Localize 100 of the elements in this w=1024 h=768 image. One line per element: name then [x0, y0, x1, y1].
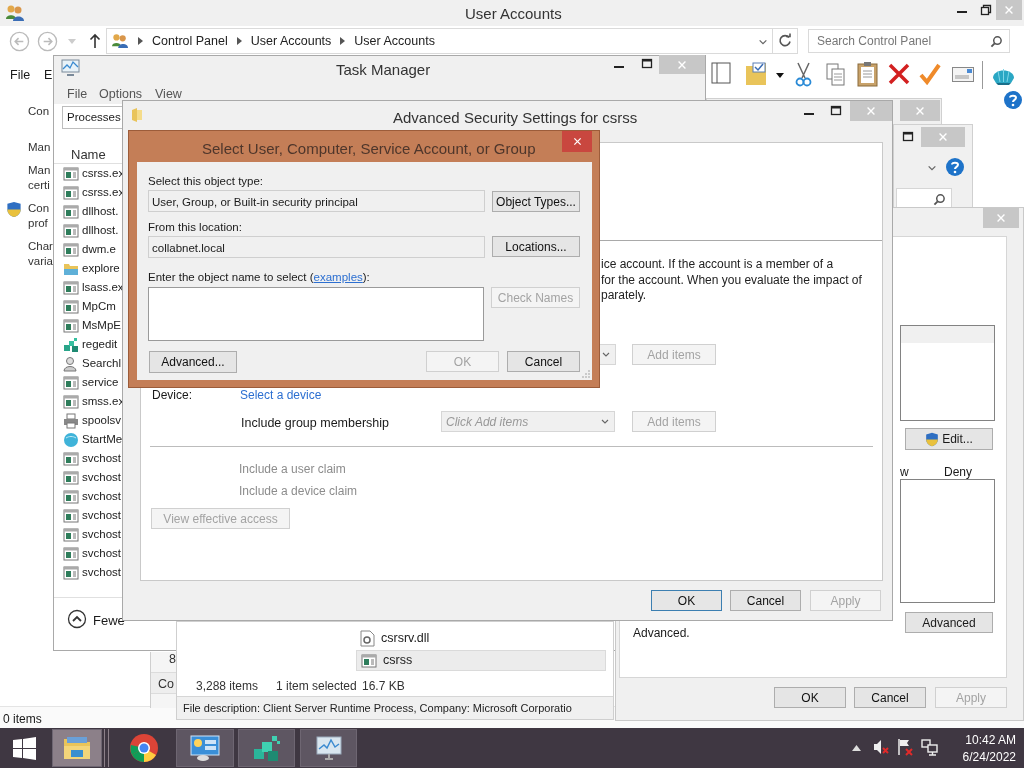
sidebar-link[interactable]: Con prof	[28, 201, 50, 231]
help-icon[interactable]	[1003, 90, 1023, 110]
process-name[interactable]: lsass.ex	[82, 279, 124, 297]
refresh-icon[interactable]	[778, 33, 792, 48]
process-name[interactable]: dwm.e	[82, 241, 116, 259]
cancel-button[interactable]: Cancel	[507, 351, 580, 372]
window-title: Task Manager	[336, 60, 431, 80]
process-name[interactable]: smss.ex	[82, 393, 125, 411]
process-name[interactable]: svchost	[82, 488, 121, 506]
clock-date[interactable]: 6/24/2022	[962, 749, 1016, 766]
up-arrow-icon[interactable]	[89, 33, 101, 49]
sidebar-link[interactable]: Man certi	[28, 163, 51, 193]
address-bar[interactable]: Control Panel User Accounts User Accounts	[106, 28, 798, 54]
menu-item[interactable]: E	[44, 66, 53, 85]
process-name[interactable]: svchost	[82, 469, 121, 487]
folder-check-icon[interactable]	[745, 60, 767, 86]
process-name[interactable]: csrss.ex	[82, 165, 125, 183]
window-icon	[63, 489, 79, 505]
resize-grip-icon[interactable]	[582, 370, 590, 378]
breadcrumb-item[interactable]: User Accounts	[354, 31, 435, 51]
copy-icon[interactable]	[826, 63, 845, 86]
dialog-button[interactable]: Cancel	[730, 590, 801, 611]
menu-item[interactable]: File	[67, 85, 88, 104]
process-name[interactable]: MsMpE	[82, 317, 121, 335]
description-text: ice account. If the account is a member of a for the account. When you evaluate the impact of parately.	[601, 257, 862, 304]
process-name[interactable]: svchost	[82, 545, 121, 563]
process-name[interactable]: dllhost.	[82, 203, 119, 221]
process-name[interactable]: svchost	[82, 507, 121, 525]
card-icon[interactable]	[952, 67, 974, 82]
process-name[interactable]: svchost	[82, 526, 121, 544]
checkmark-icon[interactable]	[919, 63, 941, 85]
dialog-button[interactable]: Cancel	[854, 687, 926, 708]
process-name[interactable]: svchost	[82, 564, 121, 582]
network-icon[interactable]	[921, 739, 938, 756]
windows-logo-icon[interactable]	[13, 737, 36, 760]
speaker-muted-icon[interactable]	[873, 739, 889, 755]
process-name[interactable]: explore	[82, 260, 120, 278]
process-name[interactable]: StartMe	[82, 431, 123, 449]
process-name[interactable]: service	[82, 374, 119, 392]
breadcrumb-item[interactable]: Control Panel	[152, 31, 228, 51]
sidebar-link[interactable]: Man	[28, 140, 51, 155]
object-name-field[interactable]	[148, 287, 484, 341]
process-name[interactable]: csrss.ex	[82, 184, 125, 202]
scissors-icon[interactable]	[795, 62, 812, 87]
status-text: 3,288 items	[196, 678, 259, 695]
list-box[interactable]	[900, 479, 995, 603]
menu-item[interactable]: File	[10, 66, 31, 85]
window-icon	[63, 242, 79, 258]
chrome-icon	[129, 733, 159, 763]
close-icon	[1003, 4, 1015, 16]
caret-icon[interactable]	[776, 73, 784, 78]
fewer-details-link[interactable]: Fewe	[93, 611, 125, 631]
column-header: Deny	[944, 464, 972, 481]
flag-icon[interactable]	[897, 738, 913, 756]
close-icon	[995, 212, 1007, 224]
process-name[interactable]: Searchl	[82, 355, 121, 373]
clock-time[interactable]: 10:42 AM	[965, 732, 1016, 749]
close-button[interactable]	[562, 131, 592, 152]
maximize-icon[interactable]	[830, 105, 842, 117]
object-types-button[interactable]: Object Types...	[492, 191, 580, 212]
sidebar-link[interactable]: Char varia	[28, 239, 53, 269]
edit-button[interactable]: Edit...	[905, 428, 993, 450]
process-name[interactable]: svchost	[82, 450, 121, 468]
locations-button[interactable]: Locations...	[492, 236, 580, 257]
menu-item[interactable]: Options	[99, 85, 143, 104]
examples-link[interactable]: examples	[313, 271, 363, 283]
window-icon	[63, 394, 79, 410]
sidebar-link[interactable]: Con	[28, 104, 50, 119]
dialog-button[interactable]: OK	[774, 687, 846, 708]
taskbar-button[interactable]	[238, 729, 295, 767]
advanced-button[interactable]: Advanced	[905, 612, 993, 633]
process-name[interactable]: dllhost.	[82, 222, 119, 240]
process-name[interactable]: regedit	[82, 336, 118, 354]
process-name[interactable]: MpCm	[82, 298, 116, 316]
taskbar-button[interactable]	[176, 729, 234, 767]
menu-item[interactable]: View	[155, 85, 182, 104]
link[interactable]: Include a device claim	[239, 482, 358, 500]
search-field[interactable]: Search Control Panel	[808, 29, 1010, 53]
restore-icon	[980, 4, 992, 16]
advanced-button[interactable]: Advanced...	[149, 351, 237, 373]
tab[interactable]: Processes	[62, 106, 123, 129]
delete-icon[interactable]	[888, 63, 910, 85]
link[interactable]: Select a device	[240, 386, 322, 404]
maximize-icon[interactable]	[902, 131, 914, 143]
taskbar-button[interactable]	[300, 729, 357, 767]
file-row[interactable]: csrss	[356, 650, 606, 671]
breadcrumb-item[interactable]: User Accounts	[250, 31, 332, 51]
link[interactable]: Include a user claim	[239, 460, 346, 478]
dropdown-icon[interactable]	[757, 37, 769, 47]
clipboard-icon[interactable]	[857, 61, 878, 87]
chevron-up-circle-icon[interactable]	[67, 609, 87, 629]
taskbar-button[interactable]	[52, 729, 102, 767]
maximize-icon[interactable]	[641, 58, 653, 70]
process-name[interactable]: spoolsv	[82, 412, 121, 430]
file-row[interactable]: csrsrv.dll	[356, 628, 606, 649]
dialog-button[interactable]: OK	[651, 590, 722, 611]
pane-icon[interactable]	[711, 62, 731, 84]
chevron-down-icon[interactable]	[926, 163, 938, 173]
help-icon[interactable]	[945, 157, 965, 177]
caret-up-icon[interactable]	[852, 745, 861, 751]
